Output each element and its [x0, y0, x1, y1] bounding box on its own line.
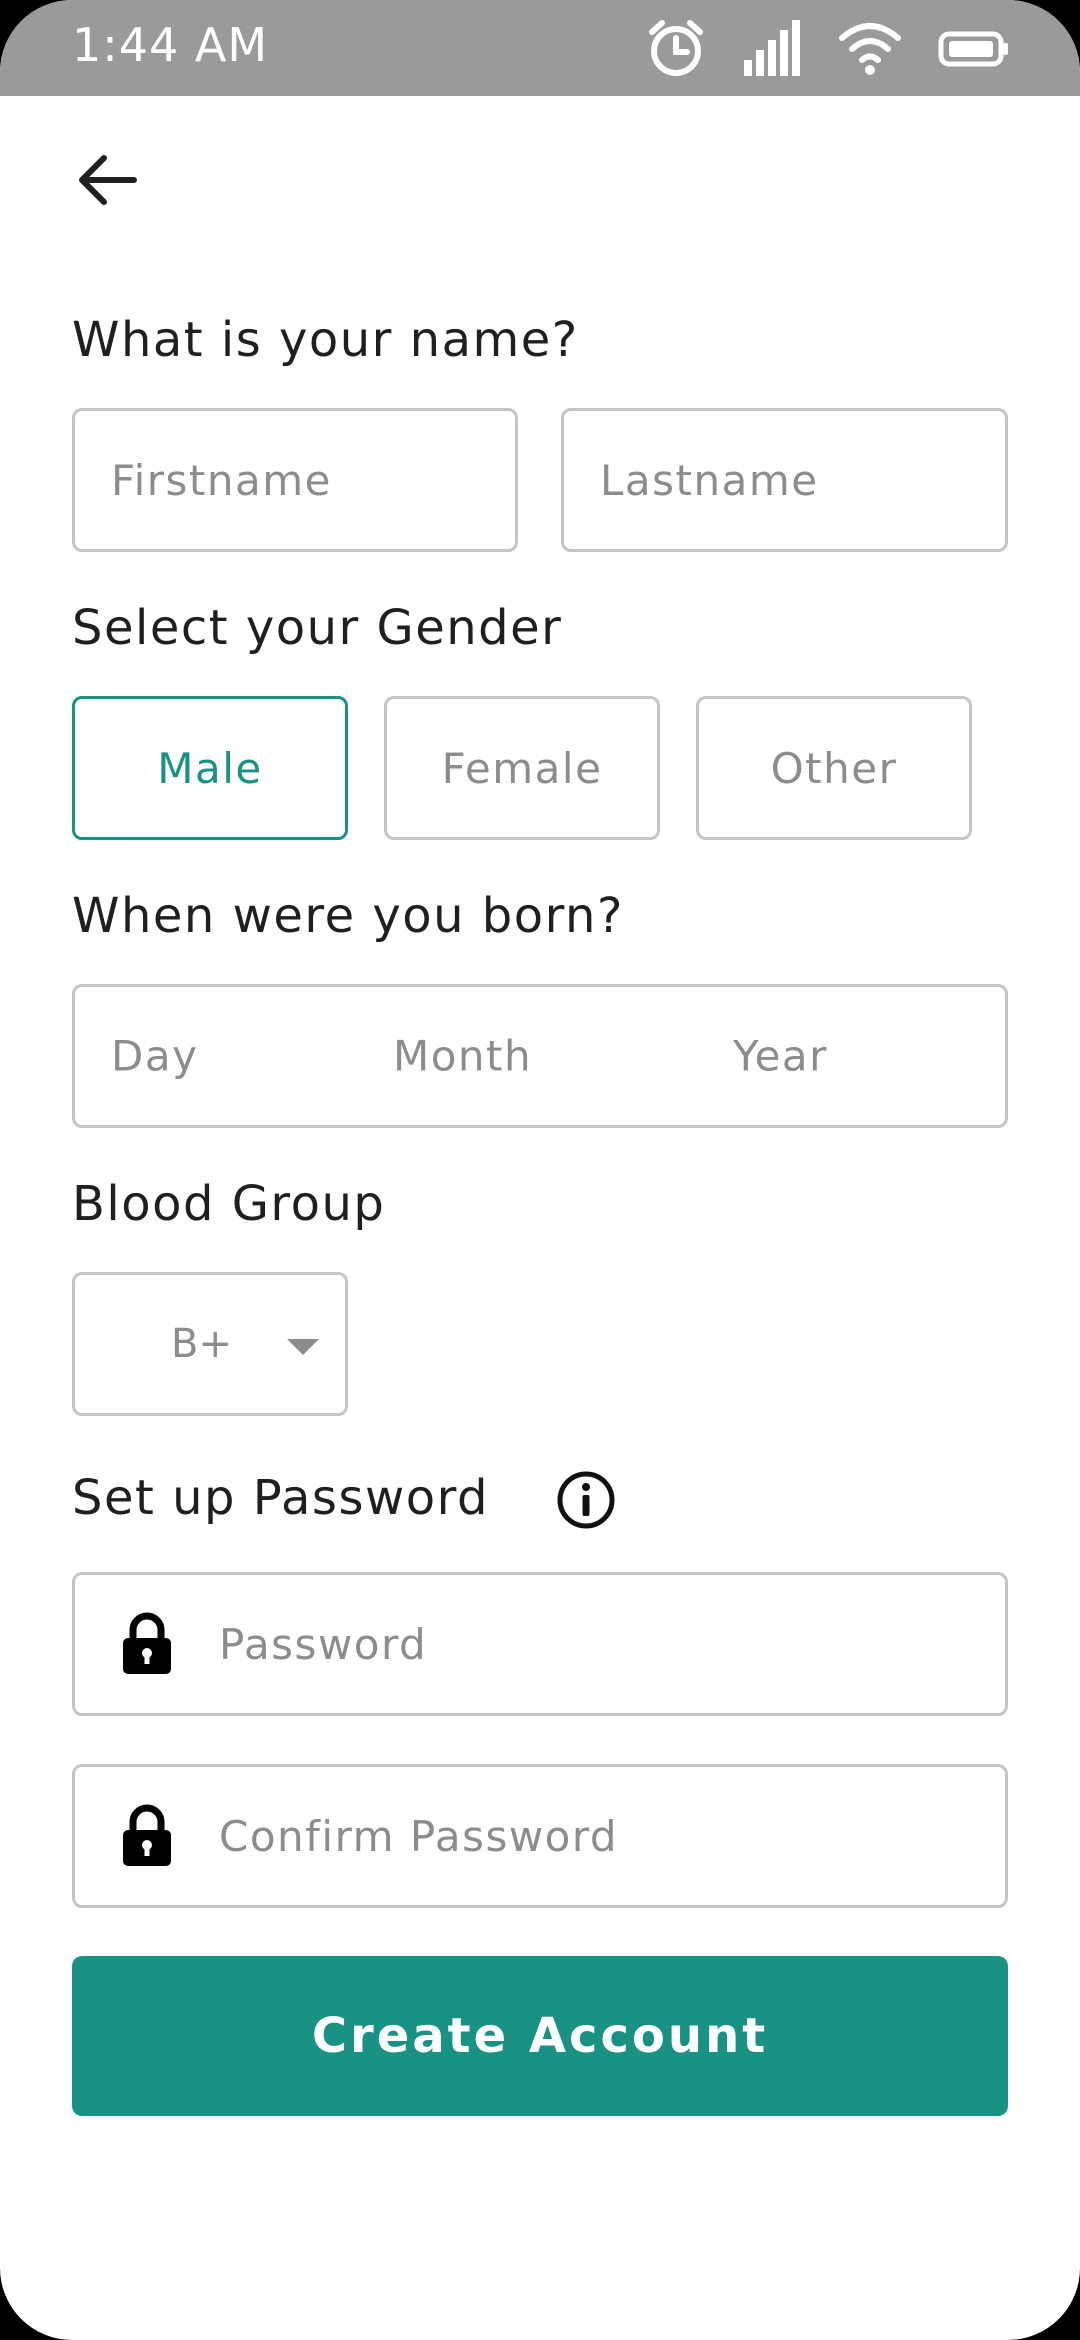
status-icons [646, 18, 1010, 78]
gender-option-female[interactable]: Female [384, 696, 660, 840]
dob-label: When were you born? [72, 888, 624, 944]
lastname-field[interactable] [561, 408, 1008, 552]
dob-day[interactable]: Day [111, 1032, 198, 1081]
back-button[interactable] [74, 150, 140, 210]
dropdown-icon [287, 1339, 319, 1355]
status-time: 1:44 AM [72, 18, 269, 72]
confirm-password-field[interactable] [72, 1764, 1008, 1908]
gender-option-other[interactable]: Other [696, 696, 972, 840]
password-label: Set up Password [72, 1470, 489, 1526]
password-input[interactable] [217, 1618, 1005, 1670]
info-icon[interactable] [556, 1470, 616, 1530]
lock-icon [123, 1612, 171, 1674]
back-arrow-icon [79, 155, 137, 205]
gender-option-male[interactable]: Male [72, 696, 348, 840]
password-field[interactable] [72, 1572, 1008, 1716]
gender-label: Select your Gender [72, 600, 563, 656]
dob-field: Day Month Year [72, 984, 1008, 1128]
signal-icon [744, 20, 800, 76]
blood-group-select[interactable]: B+ [72, 1272, 348, 1416]
blood-group-label: Blood Group [72, 1176, 386, 1232]
lastname-input[interactable] [598, 454, 1005, 506]
firstname-input[interactable] [109, 454, 515, 506]
confirm-password-input[interactable] [217, 1810, 1005, 1862]
dob-month[interactable]: Month [393, 1032, 532, 1081]
lock-icon [123, 1804, 171, 1866]
dob-year[interactable]: Year [733, 1032, 828, 1081]
screen: 1:44 AM What is your name? Firstname Las… [0, 0, 1080, 2340]
battery-icon [938, 31, 1008, 67]
firstname-field[interactable] [72, 408, 518, 552]
status-bar: 1:44 AM [0, 0, 1080, 96]
name-label: What is your name? [72, 312, 579, 368]
wifi-icon [839, 23, 901, 75]
alarm-icon [649, 20, 703, 76]
create-account-button[interactable]: Create Account [72, 1956, 1008, 2116]
blood-group-value: B+ [171, 1321, 232, 1367]
